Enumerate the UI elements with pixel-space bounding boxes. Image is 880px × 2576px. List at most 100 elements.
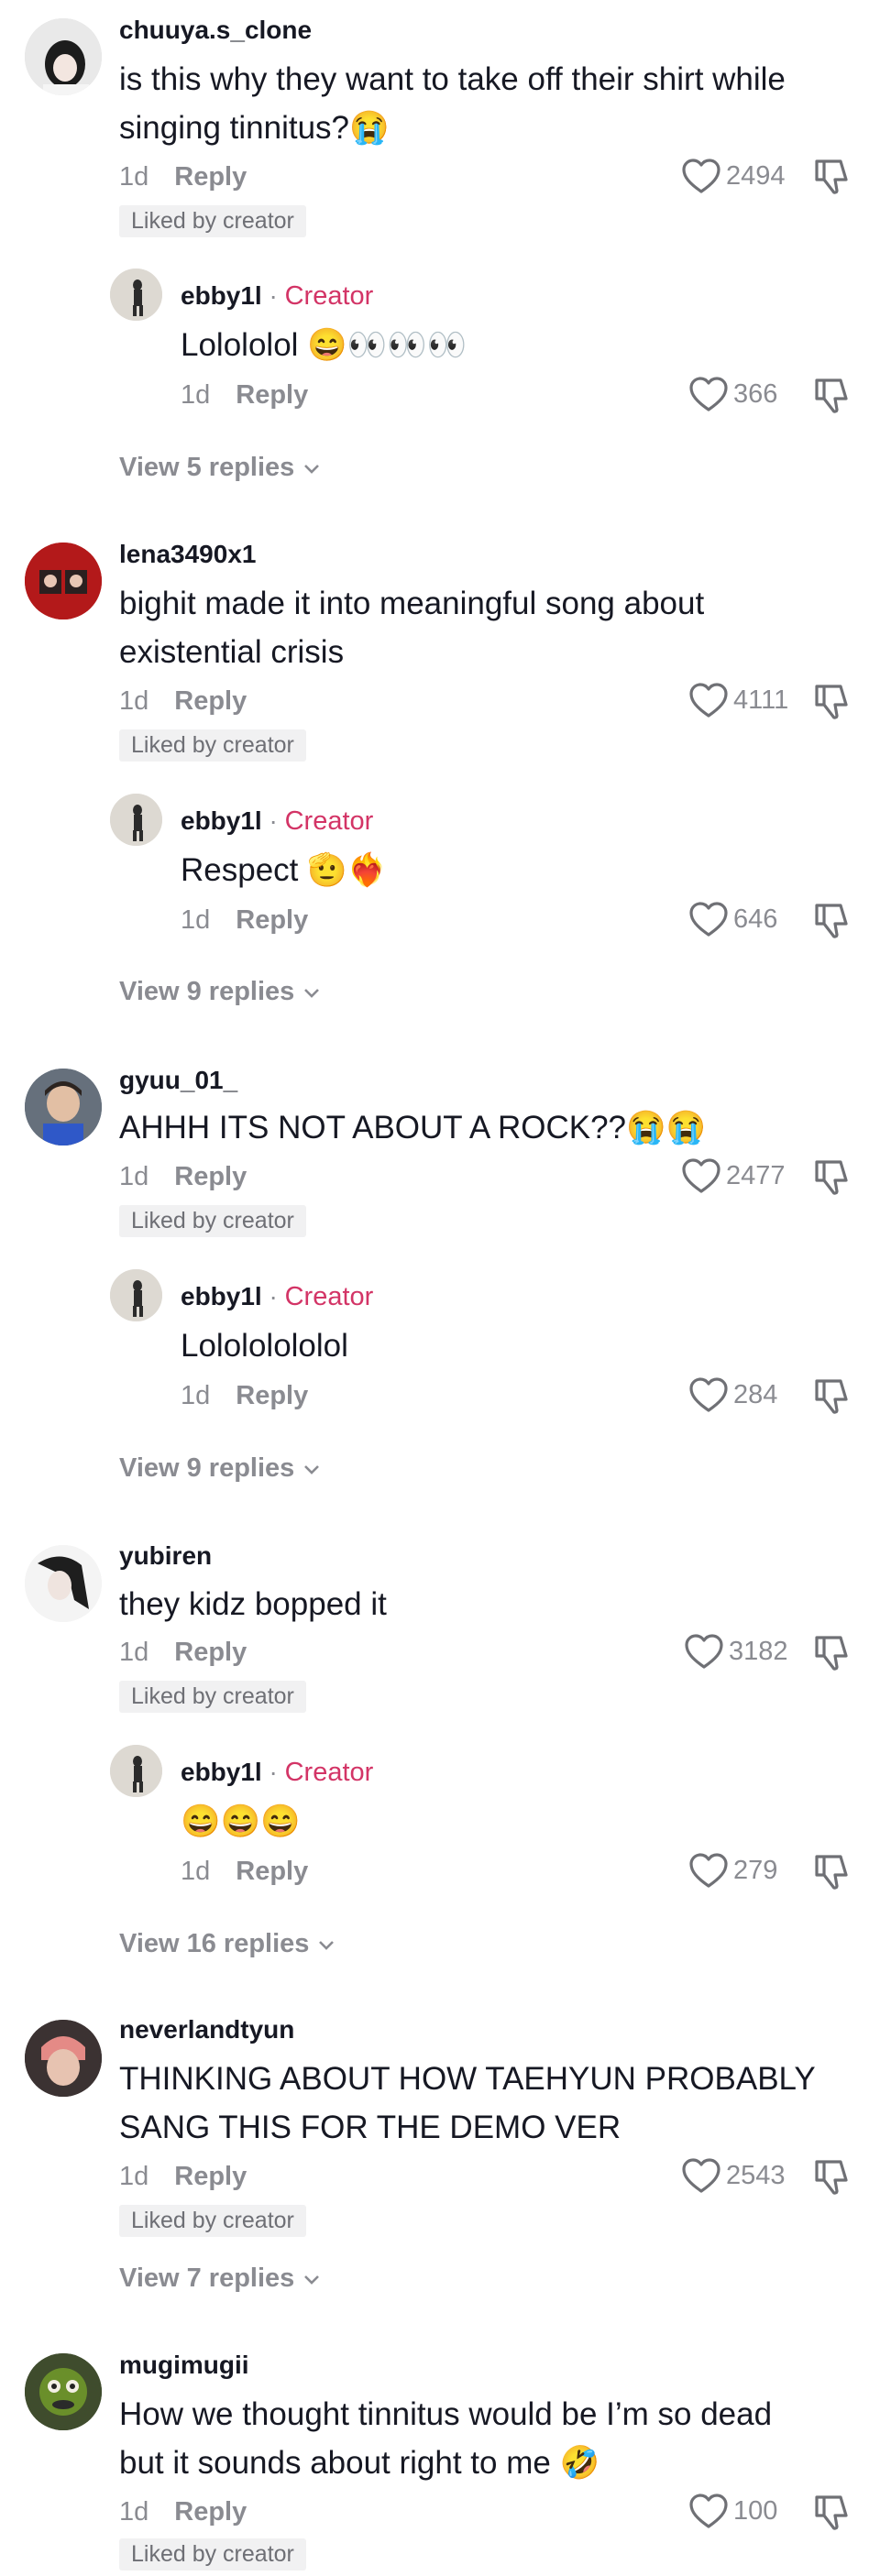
like-button[interactable]: 2494 <box>680 157 786 195</box>
rofl-emoji: 🤣 <box>559 2445 600 2481</box>
dislike-button[interactable] <box>811 900 852 940</box>
avatar[interactable] <box>110 794 162 846</box>
like-button[interactable]: 4111 <box>688 681 788 719</box>
view-replies-button[interactable]: View 16 replies <box>119 1929 336 1959</box>
avatar[interactable] <box>110 1745 162 1797</box>
heart-outline-icon <box>682 2158 720 2193</box>
view-replies-button[interactable]: View 9 replies <box>119 1453 322 1484</box>
thumbs-down-icon <box>815 1636 848 1671</box>
comment-age: 1d <box>119 2497 149 2527</box>
dislike-button[interactable] <box>811 1851 852 1891</box>
liked-by-creator-badge: Liked by creator <box>119 729 306 762</box>
chevron-down-icon <box>304 464 320 474</box>
reply-meta: 1d Reply <box>181 380 308 411</box>
reply-button[interactable]: Reply <box>236 1857 308 1886</box>
liked-by-creator-badge: Liked by creator <box>119 1681 306 1713</box>
reply-button[interactable]: Reply <box>236 1381 308 1410</box>
comment-username[interactable]: neverlandtyun <box>119 2015 294 2044</box>
chevron-down-icon <box>304 988 320 998</box>
thumbs-down-icon <box>815 2495 848 2530</box>
separator: · <box>269 806 278 835</box>
thumbs-down-icon <box>815 159 848 194</box>
reply-username[interactable]: ebby1l <box>181 1282 262 1310</box>
dislike-button[interactable] <box>811 2492 852 2532</box>
reply-text: Lolololololol <box>181 1328 348 1364</box>
comment-text: is this why they want to take off their … <box>119 61 786 146</box>
like-count: 2494 <box>726 160 786 191</box>
dislike-button[interactable] <box>811 2156 852 2197</box>
reply-meta: 1d Reply <box>181 1857 308 1887</box>
comment-age: 1d <box>119 686 149 716</box>
view-replies-button[interactable]: View 7 replies <box>119 2264 322 2294</box>
avatar[interactable] <box>25 2353 102 2430</box>
avatar[interactable] <box>110 1269 162 1321</box>
thumbs-down-icon <box>815 1160 848 1195</box>
comment-username[interactable]: chuuya.s_clone <box>119 16 312 45</box>
like-button[interactable]: 2543 <box>680 2156 786 2195</box>
comment-age: 1d <box>119 2162 149 2191</box>
like-button[interactable]: 3182 <box>683 1632 788 1671</box>
heart-outline-icon <box>689 2494 728 2528</box>
reply-button[interactable]: Reply <box>174 1162 247 1191</box>
avatar[interactable] <box>25 1545 102 1622</box>
dislike-button[interactable] <box>811 1376 852 1416</box>
like-button[interactable]: 366 <box>688 375 777 413</box>
heart-outline-icon <box>689 683 728 718</box>
comment-meta: 1d Reply <box>119 2162 247 2192</box>
comment-username[interactable]: mugimugii <box>119 2351 249 2380</box>
like-button[interactable]: 646 <box>688 900 777 938</box>
chevron-down-icon <box>304 2275 320 2285</box>
dislike-button[interactable] <box>811 156 852 196</box>
reply-button[interactable]: Reply <box>174 2162 247 2191</box>
avatar[interactable] <box>110 269 162 321</box>
thumbs-down-icon <box>815 1855 848 1890</box>
avatar[interactable] <box>25 18 102 95</box>
like-count: 646 <box>733 904 778 934</box>
like-button[interactable]: 284 <box>688 1376 777 1414</box>
view-replies-button[interactable]: View 5 replies <box>119 453 322 483</box>
view-replies-button[interactable]: View 9 replies <box>119 977 322 1007</box>
comment-age: 1d <box>119 162 149 192</box>
avatar[interactable] <box>25 2020 102 2097</box>
separator: · <box>269 1282 278 1310</box>
reply-button[interactable]: Reply <box>174 2497 247 2527</box>
reply-age: 1d <box>181 380 211 410</box>
reply-username-row: ebby1l · Creator <box>181 806 373 837</box>
reply-username[interactable]: ebby1l <box>181 1758 262 1786</box>
heart-outline-icon <box>685 1634 723 1669</box>
comment-text: How we thought tinnitus would be I’m so … <box>119 2396 773 2481</box>
dislike-button[interactable] <box>811 681 852 721</box>
reply-username-row: ebby1l · Creator <box>181 1282 373 1312</box>
heart-outline-icon <box>689 1377 728 1412</box>
dislike-button[interactable] <box>811 375 852 415</box>
liked-by-creator-badge: Liked by creator <box>119 205 306 237</box>
reply-username[interactable]: ebby1l <box>181 281 262 310</box>
avatar[interactable] <box>25 543 102 619</box>
reply-username[interactable]: ebby1l <box>181 806 262 835</box>
reply-button[interactable]: Reply <box>174 686 247 716</box>
reply-button[interactable]: Reply <box>236 380 308 410</box>
comment-username[interactable]: gyuu_01_ <box>119 1066 237 1095</box>
reply-button[interactable]: Reply <box>236 905 308 935</box>
like-button[interactable]: 279 <box>688 1851 777 1890</box>
creator-label: Creator <box>284 806 374 836</box>
dislike-button[interactable] <box>811 1632 852 1672</box>
thumbs-down-icon <box>815 685 848 719</box>
comment-username[interactable]: lena3490x1 <box>119 540 256 569</box>
reply-button[interactable]: Reply <box>174 1638 247 1667</box>
liked-by-creator-badge: Liked by creator <box>119 1205 306 1237</box>
like-count: 100 <box>733 2495 778 2526</box>
comment-username[interactable]: yubiren <box>119 1541 212 1571</box>
reply-text: 😄😄😄 <box>181 1797 877 1846</box>
avatar[interactable] <box>25 1069 102 1145</box>
comment-text: they kidz bopped it <box>119 1586 387 1622</box>
like-count: 4111 <box>733 685 789 715</box>
reply-age: 1d <box>181 1381 211 1410</box>
reply-username-row: ebby1l · Creator <box>181 1758 373 1788</box>
reply-button[interactable]: Reply <box>174 162 247 192</box>
creator-label: Creator <box>284 1758 374 1787</box>
liked-by-creator-badge: Liked by creator <box>119 2205 306 2237</box>
dislike-button[interactable] <box>811 1156 852 1197</box>
like-button[interactable]: 100 <box>688 2492 777 2530</box>
like-button[interactable]: 2477 <box>680 1156 786 1195</box>
